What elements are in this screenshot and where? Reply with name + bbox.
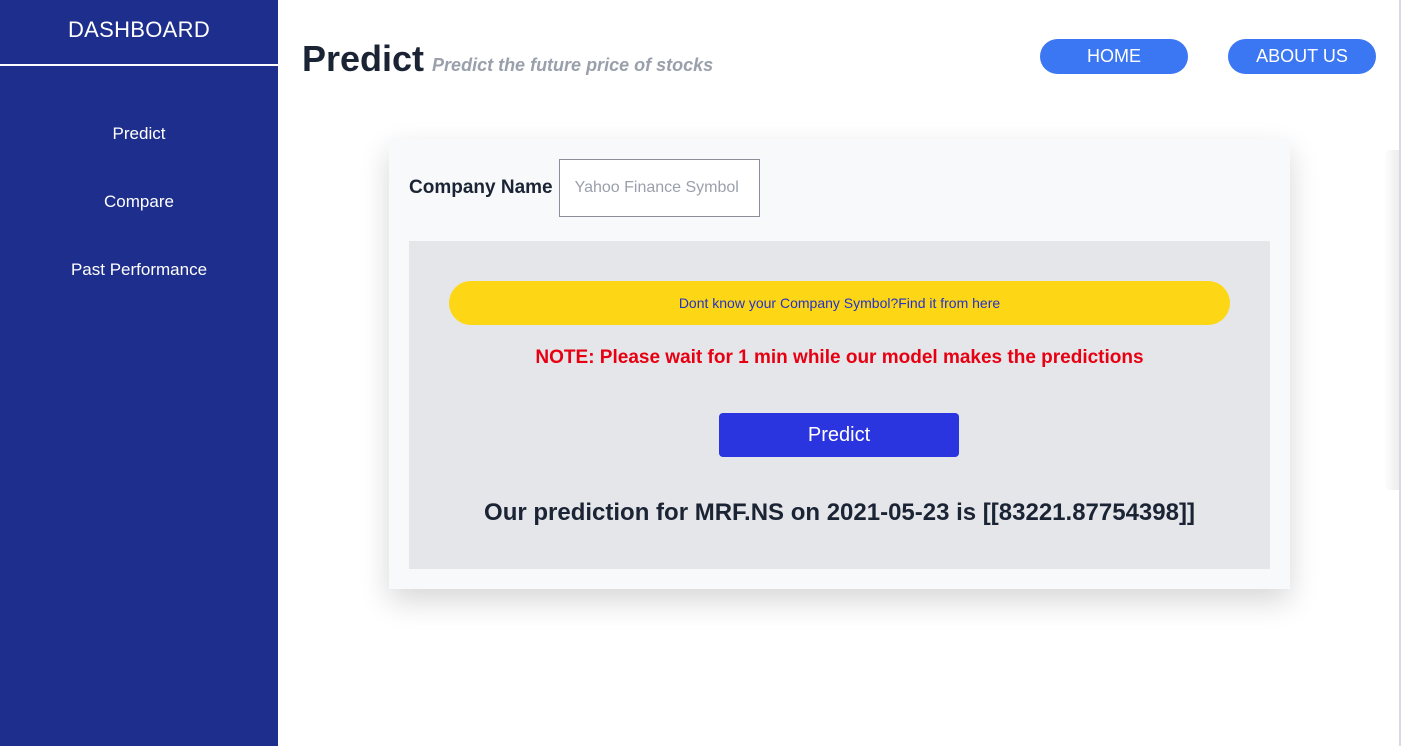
find-symbol-link[interactable]: Dont know your Company Symbol?Find it fr… [449, 281, 1230, 325]
prediction-result: Our prediction for MRF.NS on 2021-05-23 … [484, 499, 1195, 526]
page-subtitle: Predict the future price of stocks [432, 55, 714, 75]
predict-button[interactable]: Predict [719, 413, 959, 457]
company-symbol-input[interactable] [558, 159, 760, 217]
page-title: Predict [302, 38, 425, 79]
sidebar-title: DASHBOARD [0, 0, 278, 66]
page-header: Predict Predict the future price of stoc… [302, 38, 713, 80]
about-us-button[interactable]: ABOUT US [1228, 39, 1376, 74]
sidebar-item-compare[interactable]: Compare [0, 192, 278, 260]
predict-panel: Dont know your Company Symbol?Find it fr… [409, 241, 1270, 569]
wait-note: NOTE: Please wait for 1 min while our mo… [535, 347, 1144, 368]
company-row: Company Name [409, 159, 760, 217]
app-window: DASHBOARD Predict Compare Past Performan… [0, 0, 1401, 746]
predict-card: Company Name Dont know your Company Symb… [389, 139, 1290, 589]
sidebar: DASHBOARD Predict Compare Past Performan… [0, 0, 278, 746]
sidebar-item-predict[interactable]: Predict [0, 124, 278, 192]
right-panel-shadow [1383, 150, 1399, 490]
sidebar-nav: Predict Compare Past Performance [0, 66, 278, 328]
sidebar-item-past-performance[interactable]: Past Performance [0, 260, 278, 328]
company-name-label: Company Name [409, 177, 553, 198]
home-button[interactable]: HOME [1040, 39, 1188, 74]
